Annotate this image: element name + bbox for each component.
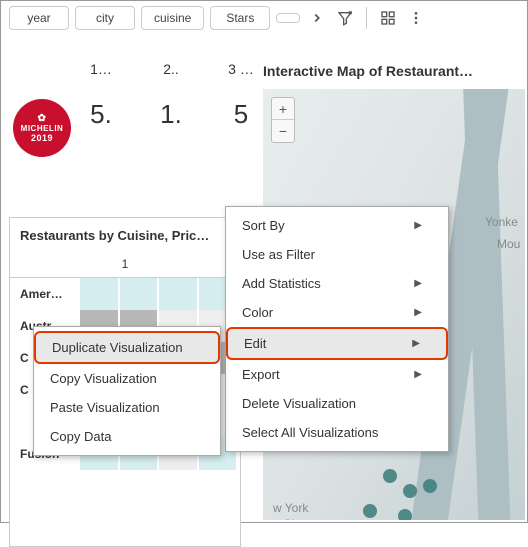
map-marker[interactable] [423,479,437,493]
map-label-wyork: w York [273,501,308,515]
stat-label-1: 1… [81,61,121,77]
menu-item-label: Sort By [242,218,285,233]
stat-value-2: 1. [151,99,191,130]
michelin-year: 2019 [31,133,53,143]
chevron-right-icon[interactable] [306,7,328,29]
filter-clear-icon[interactable] [334,7,356,29]
context-menu-main: Sort By▶Use as FilterAdd Statistics▶Colo… [225,206,449,452]
menu-item-delete-visualization[interactable]: Delete Visualization [226,389,448,418]
menu-item-label: Select All Visualizations [242,425,378,440]
map-marker[interactable] [363,504,377,518]
submenu-arrow-icon: ▶ [414,369,422,380]
menu-item-select-all-visualizations[interactable]: Select All Visualizations [226,418,448,447]
map-label-city: n City [273,517,304,520]
stat-value-1: 5. [81,99,121,130]
menu-item-copy-data[interactable]: Copy Data [34,422,220,451]
context-submenu: Duplicate Visualization Copy Visualizatio… [33,326,221,456]
menu-item-label: Copy Visualization [50,371,157,386]
menu-item-label: Use as Filter [242,247,315,262]
heatmap-cell[interactable] [80,278,118,310]
menu-item-add-statistics[interactable]: Add Statistics ▶ [226,269,448,298]
heatmap-cell[interactable] [120,278,158,310]
stat-value-3: 5 [221,99,261,130]
menu-item-label: Delete Visualization [242,396,356,411]
more-icon[interactable] [405,7,427,29]
stat-label-2: 2.. [151,61,191,77]
menu-item-label: Duplicate Visualization [52,340,183,355]
menu-item-paste-visualization[interactable]: Paste Visualization [34,393,220,422]
menu-item-use-as-filter[interactable]: Use as Filter [226,240,448,269]
menu-item-label: Copy Data [50,429,111,444]
michelin-brand: MICHELIN [21,124,64,133]
menu-item-label: Export [242,367,280,382]
menu-item-label: Color [242,305,273,320]
pill-stars[interactable]: Stars [210,6,270,30]
menu-item-label: Paste Visualization [50,400,160,415]
heatmap-cell[interactable] [159,278,197,310]
pill-cuisine[interactable]: cuisine [141,6,204,30]
menu-item-copy-visualization[interactable]: Copy Visualization [34,364,220,393]
heatmap-row[interactable]: Amer… [10,278,240,310]
submenu-arrow-icon: ▶ [414,278,422,289]
menu-item-export[interactable]: Export ▶ [226,360,448,389]
menu-item-duplicate-visualization[interactable]: Duplicate Visualization [34,331,220,364]
menu-item-color[interactable]: Color ▶ [226,298,448,327]
heatmap-row-label: Amer… [10,287,80,301]
map-zoom-in[interactable]: + [272,98,294,120]
pill-city[interactable]: city [75,6,135,30]
heatmap-cells [80,278,240,310]
menu-item-edit[interactable]: Edit ▶ [226,327,448,360]
layout-icon[interactable] [377,7,399,29]
stats-value-row: 5. 1. 5 [81,99,261,130]
menu-item-sort-by[interactable]: Sort By ▶ [226,211,448,240]
stat-label-3: 3 … [221,61,261,77]
submenu-arrow-icon: ▶ [414,307,422,318]
michelin-badge[interactable]: ✿ MICHELIN 2019 [13,99,71,157]
map-zoom-out[interactable]: − [272,120,294,142]
map-label-yonkers: Yonke [485,215,518,229]
pill-empty[interactable] [276,13,300,23]
heatmap-title: Restaurants by Cuisine, Pric… [10,218,240,251]
stats-header-row: 1… 2.. 3 … [81,61,261,77]
menu-item-label: Edit [244,336,266,351]
map-label-mount: Mou [497,237,520,251]
submenu-arrow-icon: ▶ [414,220,422,231]
map-marker[interactable] [383,469,397,483]
toolbar-separator [366,7,367,29]
heatmap-colhead: 1 [10,251,240,278]
submenu-arrow-icon: ▶ [412,338,420,349]
map-title: Interactive Map of Restaurant… [263,63,473,79]
michelin-flower-icon: ✿ [38,114,47,124]
menu-item-label: Add Statistics [242,276,321,291]
pill-year[interactable]: year [9,6,69,30]
map-marker[interactable] [403,484,417,498]
map-marker[interactable] [398,509,412,520]
map-zoom-controls: + − [271,97,295,143]
filter-toolbar: year city cuisine Stars [1,1,527,35]
